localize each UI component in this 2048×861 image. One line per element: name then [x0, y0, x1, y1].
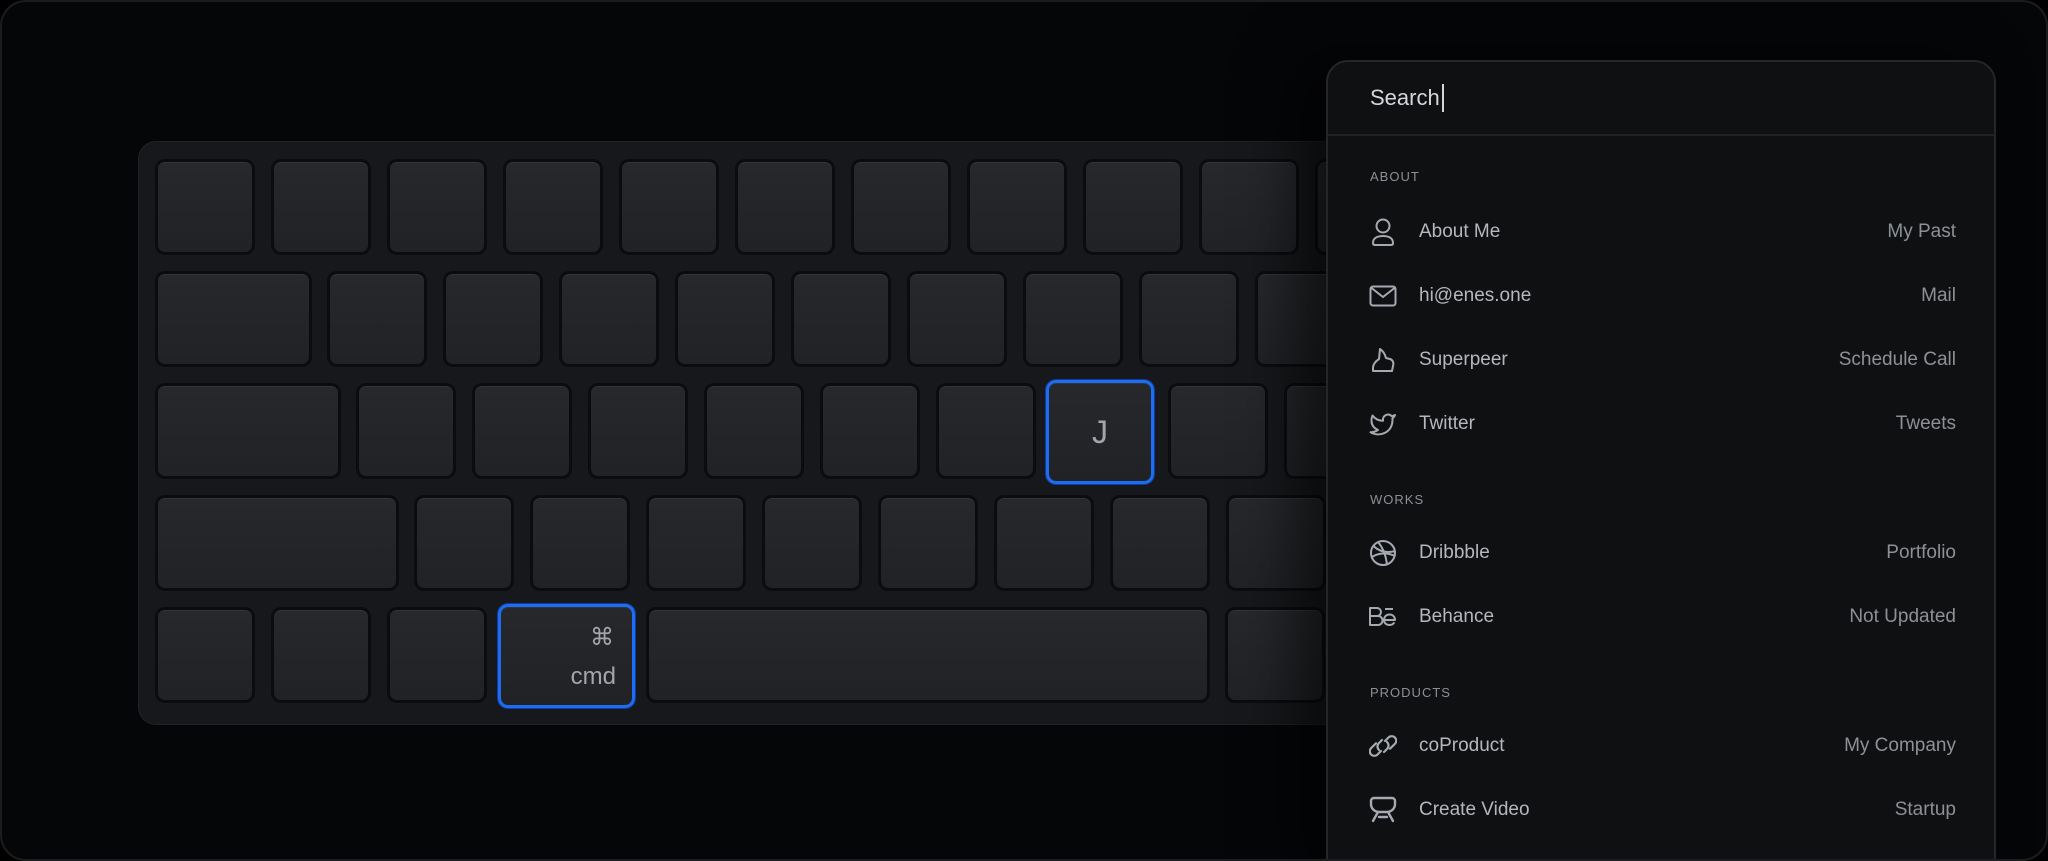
mail-icon: [1368, 281, 1398, 311]
keyboard-key[interactable]: [155, 271, 312, 367]
keyboard-key[interactable]: [1168, 383, 1268, 479]
command-icon: ⌘: [590, 623, 614, 651]
item-hint: Mail: [1921, 285, 1956, 306]
list-item-coproduct[interactable]: coProduct My Company: [1328, 717, 1994, 775]
keyboard-key[interactable]: [791, 271, 891, 367]
keyboard-key[interactable]: [530, 495, 630, 591]
list-item-about-me[interactable]: About Me My Past: [1328, 203, 1994, 261]
keyboard-key[interactable]: [646, 495, 746, 591]
keyboard-key[interactable]: [559, 271, 659, 367]
keyboard-key[interactable]: [936, 383, 1036, 479]
keyboard-key[interactable]: [994, 495, 1094, 591]
keyboard-key[interactable]: [387, 607, 487, 703]
item-hint: Startup: [1894, 799, 1956, 820]
keyboard-key[interactable]: [271, 159, 371, 255]
cmd-key[interactable]: ⌘ cmd: [498, 604, 635, 708]
keyboard-key[interactable]: [1225, 607, 1325, 703]
item-label: Create Video: [1419, 799, 1530, 820]
keyboard-key[interactable]: [155, 607, 255, 703]
twitter-icon: [1368, 409, 1398, 439]
list-item-behance[interactable]: Behance Not Updated: [1328, 588, 1994, 646]
item-label: hi@enes.one: [1419, 285, 1532, 306]
section-title-works: WORKS: [1370, 492, 1425, 507]
keyboard-key[interactable]: [356, 383, 456, 479]
item-hint: My Company: [1844, 735, 1956, 756]
list-item-create-video[interactable]: Create Video Startup: [1328, 781, 1994, 839]
item-hint: Portfolio: [1886, 542, 1956, 563]
keyboard-key[interactable]: [503, 159, 603, 255]
keyboard-key[interactable]: [1023, 271, 1123, 367]
keyboard-key[interactable]: [472, 383, 572, 479]
cmd-key-label: cmd: [570, 663, 616, 690]
user-icon: [1368, 217, 1398, 247]
item-hint: Not Updated: [1849, 606, 1956, 627]
keyboard-key[interactable]: [1110, 495, 1210, 591]
keyboard-key[interactable]: [820, 383, 920, 479]
dribbble-icon: [1368, 538, 1398, 568]
item-label: Twitter: [1419, 413, 1475, 434]
keyboard-key[interactable]: [704, 383, 804, 479]
item-label: About Me: [1419, 221, 1501, 242]
item-hint: Tweets: [1895, 413, 1956, 434]
coproduct-icon: [1368, 731, 1398, 761]
j-key-label: J: [1092, 413, 1108, 450]
app-frame: J ⌘ cmd Search ABOUT About Me My Past hi…: [0, 0, 2048, 861]
keyboard-key[interactable]: [327, 271, 427, 367]
item-label: coProduct: [1419, 735, 1505, 756]
keyboard-key[interactable]: [762, 495, 862, 591]
keyboard-key[interactable]: [271, 607, 371, 703]
section-title-about: ABOUT: [1370, 169, 1420, 184]
create-video-icon: [1368, 795, 1398, 825]
text-caret: [1441, 84, 1444, 112]
keyboard-key[interactable]: [588, 383, 688, 479]
item-hint: My Past: [1887, 221, 1956, 242]
keyboard-key[interactable]: [851, 159, 951, 255]
keyboard-key[interactable]: [155, 495, 399, 591]
keyboard-key[interactable]: [443, 271, 543, 367]
keyboard: J ⌘ cmd: [138, 141, 1438, 725]
list-item-superpeer[interactable]: Superpeer Schedule Call: [1328, 331, 1994, 389]
keyboard-key[interactable]: [619, 159, 719, 255]
item-label: Dribbble: [1419, 542, 1490, 563]
list-item-dribbble[interactable]: Dribbble Portfolio: [1328, 524, 1994, 582]
keyboard-key[interactable]: [155, 383, 341, 479]
keyboard-key[interactable]: [675, 271, 775, 367]
keyboard-key[interactable]: [907, 271, 1007, 367]
item-hint: Schedule Call: [1838, 349, 1956, 370]
keyboard-key[interactable]: [1139, 271, 1239, 367]
item-label: Behance: [1419, 606, 1495, 627]
keyboard-key[interactable]: [735, 159, 835, 255]
spacebar-key[interactable]: [646, 607, 1210, 703]
keyboard-key[interactable]: [387, 159, 487, 255]
search-bar[interactable]: Search: [1328, 62, 1994, 136]
item-label: Superpeer: [1419, 349, 1508, 370]
command-palette: Search ABOUT About Me My Past hi@enes.on…: [1326, 60, 1996, 859]
j-key[interactable]: J: [1046, 380, 1154, 484]
list-item-twitter[interactable]: Twitter Tweets: [1328, 395, 1994, 453]
section-title-products: PRODUCTS: [1370, 685, 1451, 700]
keyboard-key[interactable]: [878, 495, 978, 591]
keyboard-key[interactable]: [414, 495, 514, 591]
keyboard-key[interactable]: [1083, 159, 1183, 255]
superpeer-icon: [1368, 345, 1398, 375]
behance-icon: [1368, 602, 1398, 632]
keyboard-key[interactable]: [967, 159, 1067, 255]
keyboard-key[interactable]: [1226, 495, 1326, 591]
list-item-mail[interactable]: hi@enes.one Mail: [1328, 267, 1994, 325]
keyboard-key[interactable]: [155, 159, 255, 255]
search-input[interactable]: Search: [1370, 85, 1440, 111]
keyboard-key[interactable]: [1199, 159, 1299, 255]
